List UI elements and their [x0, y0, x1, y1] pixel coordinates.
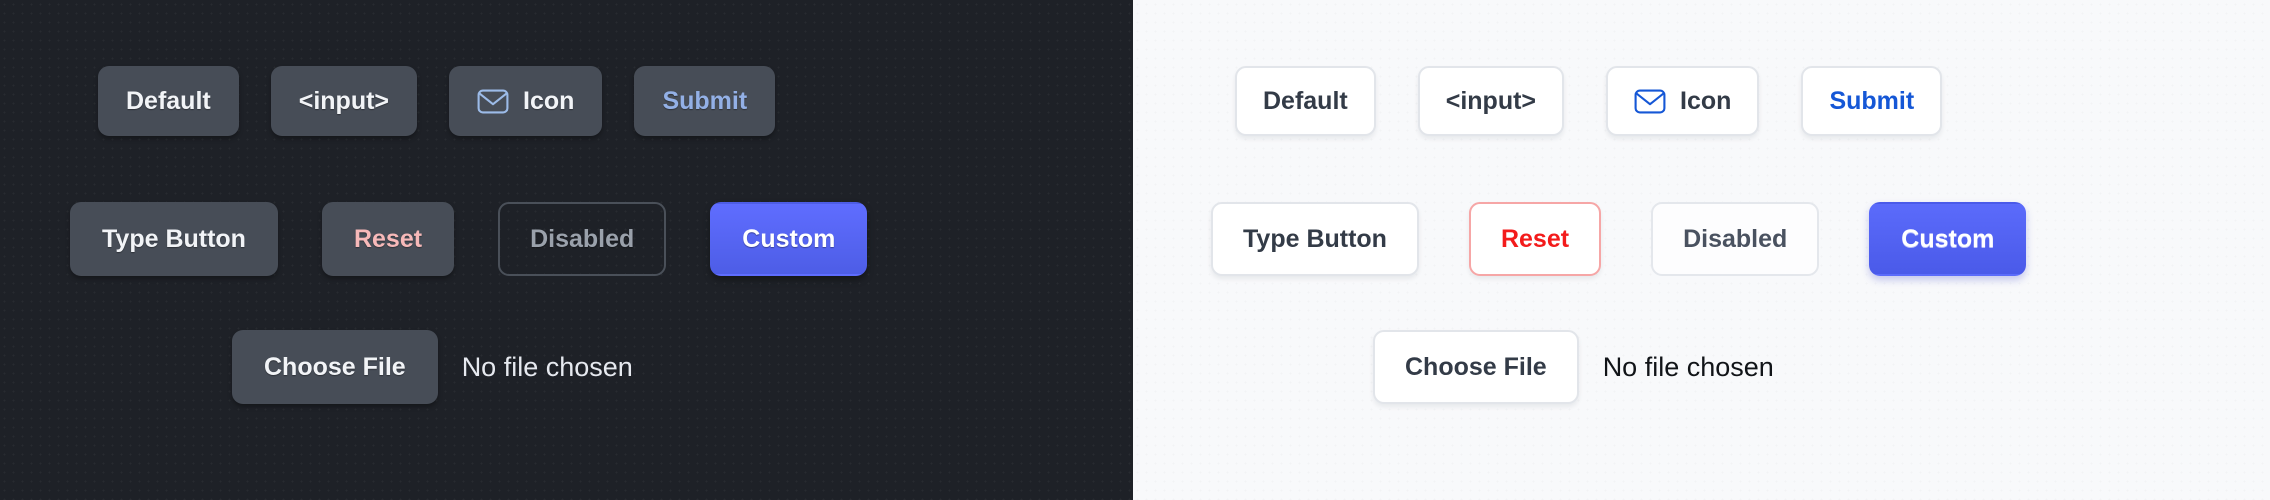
- dark-reset-button-label: Reset: [353, 224, 423, 253]
- light-file-input[interactable]: Choose File No file chosen: [1373, 330, 1774, 404]
- dark-choose-file-button-label: Choose File: [264, 352, 406, 381]
- dark-submit-button-label: Submit: [662, 86, 748, 115]
- dark-button-row-1: Default <input> Icon Submit: [98, 66, 776, 136]
- dark-icon-button-label: Icon: [523, 86, 575, 115]
- button-showcase: Default <input> Icon Submit Type Button …: [0, 0, 2270, 500]
- dark-button-row-2: Type Button Reset Disabled Custom: [70, 202, 868, 276]
- dark-type-button-label: Type Button: [102, 224, 246, 253]
- light-submit-button[interactable]: Submit: [1801, 66, 1943, 136]
- light-file-status-text: No file chosen: [1602, 351, 1774, 382]
- light-reset-button-label: Reset: [1500, 224, 1570, 253]
- light-icon-button[interactable]: Icon: [1606, 66, 1760, 136]
- light-file-row: Choose File No file chosen: [1373, 330, 1774, 404]
- light-reset-button[interactable]: Reset: [1468, 202, 1602, 276]
- dark-default-button-label: Default: [126, 86, 211, 115]
- light-default-button[interactable]: Default: [1235, 66, 1376, 136]
- envelope-icon: [1634, 89, 1666, 114]
- dark-type-button[interactable]: Type Button: [70, 202, 278, 276]
- dark-disabled-button-label: Disabled: [530, 224, 635, 253]
- dark-choose-file-button[interactable]: Choose File: [232, 330, 438, 404]
- dark-default-button[interactable]: Default: [98, 66, 239, 136]
- dark-input-button-label: <input>: [298, 86, 390, 115]
- light-disabled-button: Disabled: [1651, 202, 1820, 276]
- light-input-button[interactable]: <input>: [1417, 66, 1565, 136]
- light-default-button-label: Default: [1263, 86, 1348, 115]
- light-type-button-label: Type Button: [1243, 224, 1387, 253]
- dark-theme-panel: Default <input> Icon Submit Type Button …: [0, 0, 1133, 500]
- light-icon-button-label: Icon: [1680, 86, 1732, 115]
- light-choose-file-button[interactable]: Choose File: [1373, 330, 1579, 404]
- light-custom-button-label: Custom: [1901, 224, 1995, 253]
- light-button-row-2: Type Button Reset Disabled Custom: [1211, 202, 2027, 276]
- dark-submit-button[interactable]: Submit: [634, 66, 776, 136]
- dark-input-button[interactable]: <input>: [270, 66, 418, 136]
- dark-custom-button[interactable]: Custom: [710, 202, 868, 276]
- dark-custom-button-label: Custom: [742, 224, 836, 253]
- light-button-row-1: Default <input> Icon Submit: [1235, 66, 1943, 136]
- light-custom-button[interactable]: Custom: [1869, 202, 2027, 276]
- light-disabled-button-label: Disabled: [1683, 224, 1788, 253]
- dark-reset-button[interactable]: Reset: [321, 202, 455, 276]
- light-theme-panel: Default <input> Icon Submit Type Button …: [1133, 0, 2270, 500]
- light-submit-button-label: Submit: [1829, 86, 1915, 115]
- dark-file-row: Choose File No file chosen: [232, 330, 633, 404]
- light-choose-file-button-label: Choose File: [1405, 352, 1547, 381]
- light-type-button[interactable]: Type Button: [1211, 202, 1419, 276]
- light-input-button-label: <input>: [1445, 86, 1537, 115]
- dark-file-status-text: No file chosen: [461, 351, 633, 382]
- dark-file-input[interactable]: Choose File No file chosen: [232, 330, 633, 404]
- envelope-icon: [477, 89, 509, 114]
- dark-icon-button[interactable]: Icon: [449, 66, 603, 136]
- dark-disabled-button: Disabled: [498, 202, 667, 276]
